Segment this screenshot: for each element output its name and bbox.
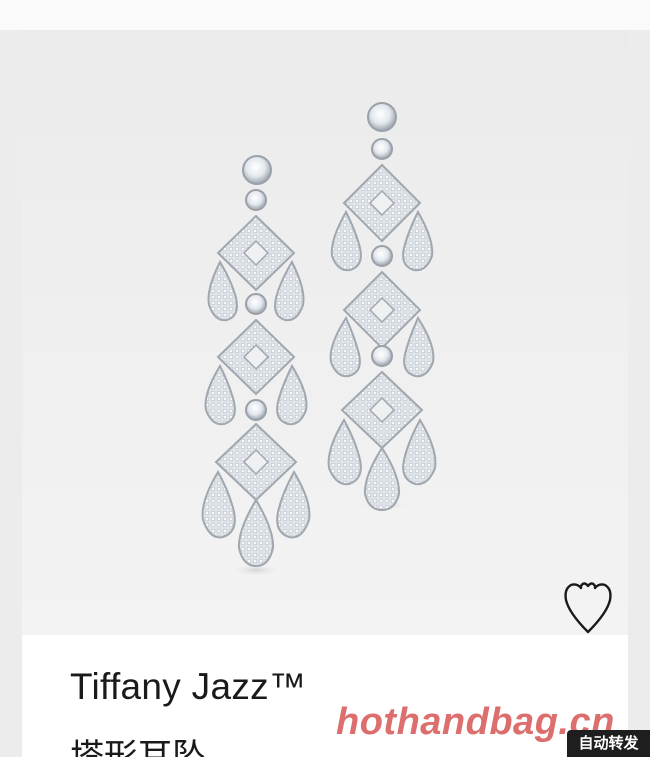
product-page: Tiffany Jazz™ 塔形耳坠 hothandbag.cn 自动转发: [0, 0, 650, 757]
wishlist-button[interactable]: [562, 580, 614, 636]
left-earring: [201, 155, 311, 576]
product-subtitle: 塔形耳坠: [70, 738, 206, 757]
heart-icon: [564, 582, 612, 634]
auto-forward-button[interactable]: 自动转发: [567, 730, 650, 757]
earrings-illustration: [201, 102, 437, 576]
right-earring: [327, 102, 437, 512]
product-image[interactable]: [22, 30, 628, 635]
product-title: Tiffany Jazz™: [70, 666, 307, 707]
top-bar: [0, 0, 650, 30]
